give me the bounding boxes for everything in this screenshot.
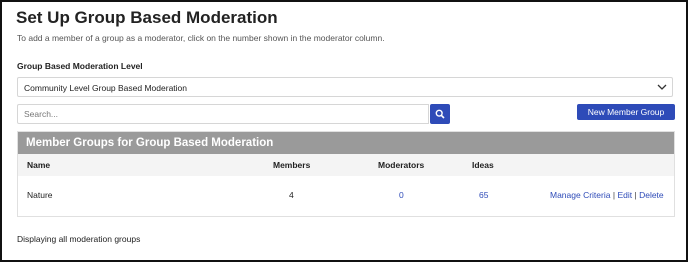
page-description: To add a member of a group as a moderato… — [17, 33, 385, 43]
col-name: Name — [27, 160, 51, 170]
col-ideas: Ideas — [472, 160, 494, 170]
page-title: Set Up Group Based Moderation — [16, 8, 278, 27]
row-actions: Manage Criteria | Edit | Delete — [550, 190, 664, 200]
search-input[interactable] — [17, 104, 429, 124]
col-moderators: Moderators — [378, 160, 425, 170]
moderation-level-select[interactable]: Community Level Group Based Moderation — [17, 77, 673, 97]
group-members-count: 4 — [289, 190, 294, 200]
manage-criteria-link[interactable]: Manage Criteria — [550, 190, 610, 200]
chevron-down-icon — [657, 84, 667, 90]
new-member-group-button[interactable]: New Member Group — [577, 104, 675, 120]
col-members: Members — [273, 160, 311, 170]
edit-link[interactable]: Edit — [617, 190, 632, 200]
panel-title: Member Groups for Group Based Moderation — [18, 132, 674, 154]
member-groups-panel: Member Groups for Group Based Moderation… — [17, 131, 675, 217]
group-name: Nature — [27, 190, 53, 200]
moderation-page: Set Up Group Based Moderation To add a m… — [0, 0, 688, 262]
moderators-count-link[interactable]: 0 — [399, 190, 404, 200]
delete-link[interactable]: Delete — [639, 190, 664, 200]
footer-status: Displaying all moderation groups — [17, 234, 141, 244]
ideas-count-link[interactable]: 65 — [479, 190, 488, 200]
moderation-level-value: Community Level Group Based Moderation — [24, 83, 187, 93]
table-header: Name Members Moderators Ideas — [18, 154, 674, 176]
search-icon — [435, 109, 445, 119]
table-row: Nature 4 0 65 Manage Criteria | Edit | D… — [18, 176, 674, 216]
moderation-level-label: Group Based Moderation Level — [17, 61, 143, 71]
search-button[interactable] — [430, 104, 450, 124]
